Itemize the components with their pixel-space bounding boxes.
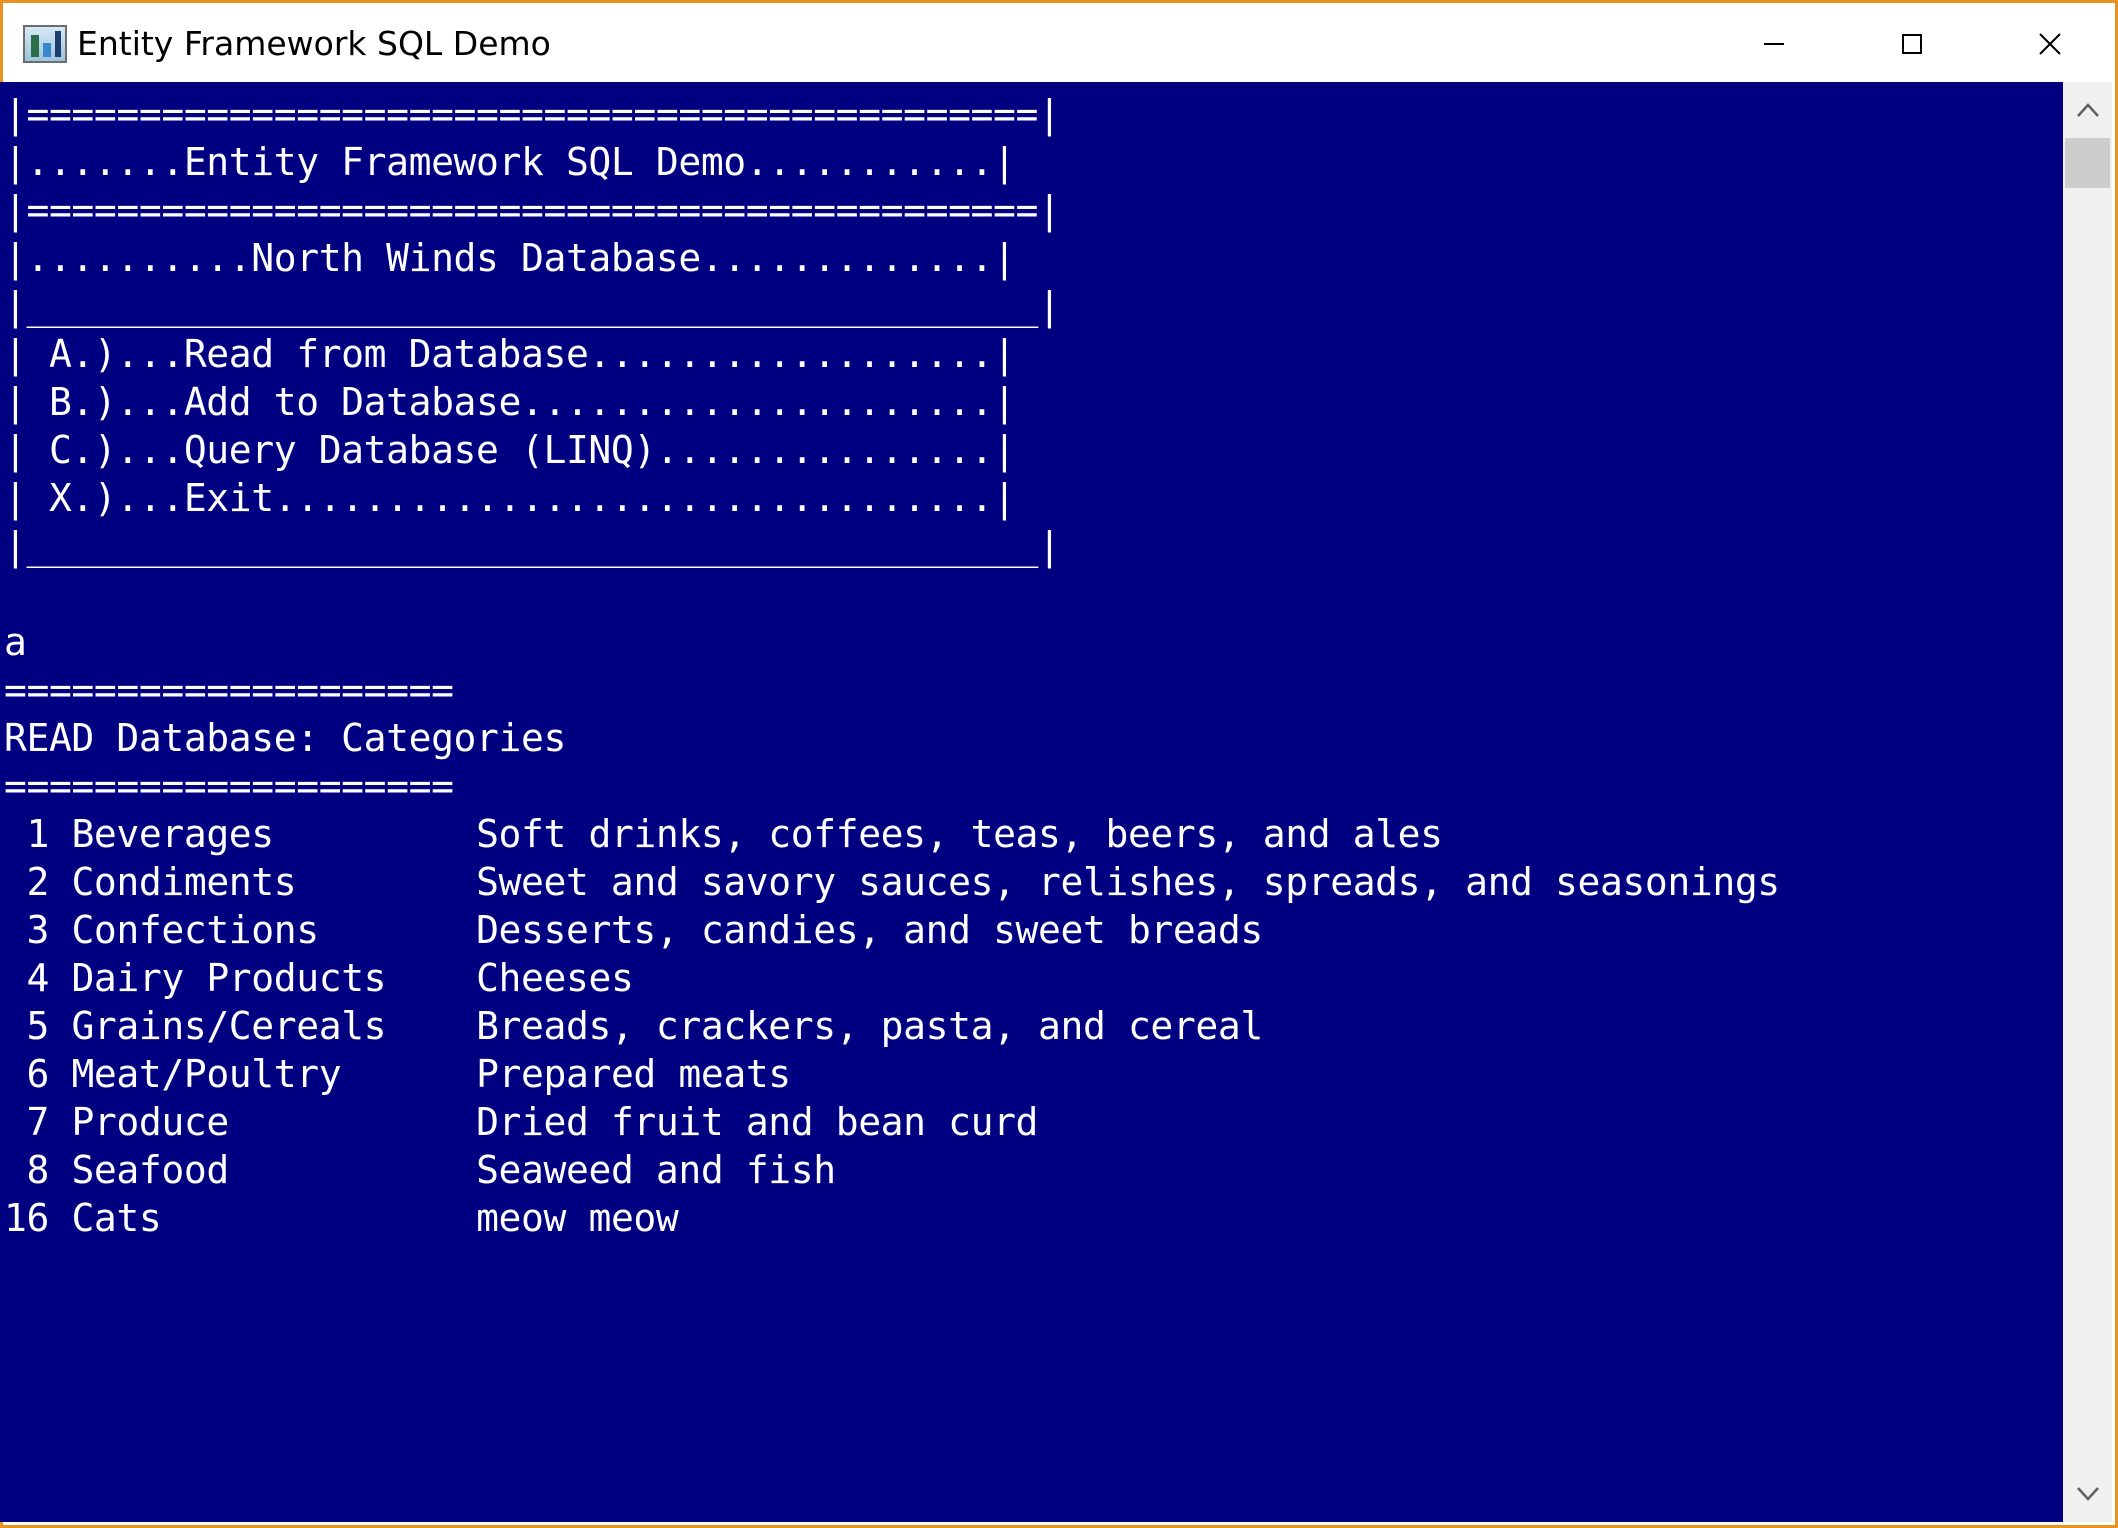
category-row: 6 Meat/Poultry Prepared meats [4,1052,791,1096]
category-id: 7 [4,1100,49,1144]
console-app-icon[interactable] [23,25,67,63]
title-bar[interactable]: Entity Framework SQL Demo [3,3,2115,85]
category-description: Dried fruit and bean curd [476,1100,1039,1144]
menu-option-read: | A.)...Read from Database..............… [4,332,1016,376]
category-description: Cheeses [476,956,634,1000]
category-row: 7 Produce Dried fruit and bean curd [4,1100,1038,1144]
category-id: 6 [4,1052,49,1096]
close-icon [2039,33,2061,55]
menu-option-exit: | X.)...Exit............................… [4,476,1016,520]
category-description: Desserts, candies, and sweet breads [476,908,1263,952]
console-output[interactable]: |=======================================… [0,82,2063,1522]
menu-border-bottom: |_______________________________________… [4,524,1061,568]
category-id: 16 [4,1196,49,1240]
user-input: a [4,620,27,664]
console-text: |=======================================… [4,90,1780,1242]
scroll-down-button[interactable] [2063,1466,2112,1522]
category-description: Prepared meats [476,1052,791,1096]
category-name: Meat/Poultry [71,1052,342,1096]
menu-border-top: |=======================================… [4,92,1061,136]
category-name: Confections [71,908,319,952]
category-name: Cats [71,1196,162,1240]
category-id: 8 [4,1148,49,1192]
menu-divider: |_______________________________________… [4,284,1061,328]
category-row: 3 Confections Desserts, candies, and swe… [4,908,1263,952]
close-button[interactable] [1981,3,2118,85]
category-description: Seaweed and fish [476,1148,836,1192]
category-row: 5 Grains/Cereals Breads, crackers, pasta… [4,1004,1263,1048]
vertical-scrollbar[interactable] [2063,82,2112,1522]
read-separator-bottom: ==================== [4,764,454,808]
category-row: 8 Seafood Seaweed and fish [4,1148,836,1192]
category-row: 16 Cats meow meow [4,1196,679,1240]
category-name: Produce [71,1100,229,1144]
category-description: Breads, crackers, pasta, and cereal [476,1004,1263,1048]
read-separator-top: ==================== [4,668,454,712]
category-description: meow meow [476,1196,679,1240]
scroll-up-button[interactable] [2063,82,2112,138]
category-id: 3 [4,908,49,952]
minimize-button[interactable] [1705,3,1843,85]
menu-border-middle: |=======================================… [4,188,1061,232]
minimize-icon [1764,43,1784,45]
category-id: 1 [4,812,49,856]
category-name: Seafood [71,1148,229,1192]
scroll-thumb[interactable] [2065,138,2110,188]
menu-title: |.......Entity Framework SQL Demo.......… [4,140,1016,184]
category-id: 2 [4,860,49,904]
category-row: 1 Beverages Soft drinks, coffees, teas, … [4,812,1443,856]
menu-option-query: | C.)...Query Database (LINQ)...........… [4,428,1016,472]
chevron-up-icon [2076,103,2099,117]
menu-option-add: | B.)...Add to Database.................… [4,380,1016,424]
category-description: Sweet and savory sauces, relishes, sprea… [476,860,1780,904]
category-list: 1 Beverages Soft drinks, coffees, teas, … [4,812,1780,1240]
category-id: 4 [4,956,49,1000]
maximize-icon [1902,34,1922,54]
maximize-button[interactable] [1843,3,1981,85]
category-name: Dairy Products [71,956,387,1000]
category-id: 5 [4,1004,49,1048]
read-header: READ Database: Categories [4,716,566,760]
window-title: Entity Framework SQL Demo [77,24,551,63]
category-description: Soft drinks, coffees, teas, beers, and a… [476,812,1443,856]
category-row: 2 Condiments Sweet and savory sauces, re… [4,860,1780,904]
chevron-down-icon [2076,1487,2099,1501]
category-name: Beverages [71,812,274,856]
category-name: Grains/Cereals [71,1004,387,1048]
category-name: Condiments [71,860,297,904]
category-row: 4 Dairy Products Cheeses [4,956,633,1000]
menu-subtitle: |..........North Winds Database.........… [4,236,1016,280]
